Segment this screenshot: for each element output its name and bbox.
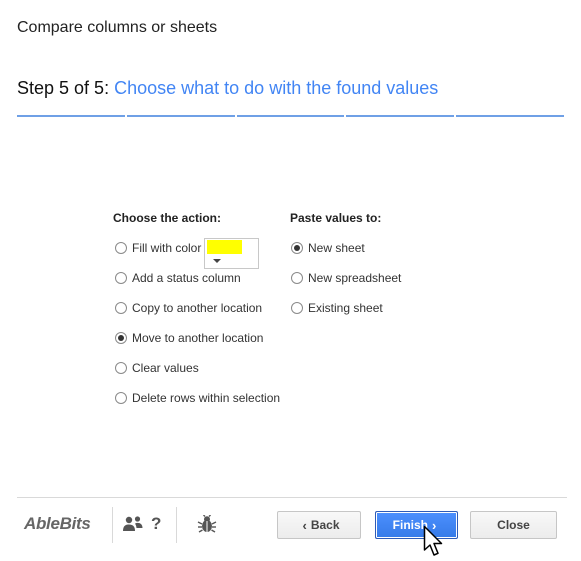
radio-label: Move to another location (132, 331, 264, 345)
color-swatch (207, 240, 242, 254)
divider (176, 507, 177, 543)
progress-segment (17, 115, 125, 117)
radio-label: Existing sheet (308, 301, 383, 315)
chevron-left-icon: ‹ (302, 517, 307, 533)
window-title: Compare columns or sheets (17, 19, 218, 36)
footer-divider (17, 497, 567, 498)
progress-segment (346, 115, 455, 117)
radio-button[interactable] (291, 272, 303, 284)
help-icon[interactable]: ? (151, 514, 161, 534)
action-heading: Choose the action: (113, 211, 222, 225)
radio-label: New spreadsheet (308, 271, 402, 285)
radio-delete-rows-within-selection[interactable]: Delete rows within selection (115, 390, 280, 406)
fill-color-picker[interactable] (204, 238, 259, 269)
radio-button[interactable] (291, 302, 303, 314)
radio-button[interactable] (115, 392, 127, 404)
radio-label: Add a status column (132, 271, 241, 285)
radio-add-status-column[interactable]: Add a status column (115, 270, 241, 286)
users-icon[interactable] (122, 515, 144, 533)
back-button[interactable]: ‹ Back (277, 511, 361, 539)
bug-icon[interactable] (197, 515, 217, 533)
step-description: Choose what to do with the found values (114, 78, 439, 98)
radio-button[interactable] (115, 302, 127, 314)
radio-clear-values[interactable]: Clear values (115, 360, 199, 376)
radio-button[interactable] (115, 362, 127, 374)
radio-existing-sheet[interactable]: Existing sheet (291, 300, 383, 316)
radio-label: Delete rows within selection (132, 391, 281, 405)
radio-button[interactable] (115, 332, 127, 344)
back-label: Back (310, 518, 340, 532)
radio-new-spreadsheet[interactable]: New spreadsheet (291, 270, 401, 286)
step-count: Step 5 of 5: (17, 78, 110, 98)
radio-label: New sheet (308, 241, 365, 255)
radio-fill-with-color[interactable]: Fill with color (115, 240, 201, 256)
chevron-down-icon[interactable] (210, 256, 224, 266)
radio-copy-to-another-location[interactable]: Copy to another location (115, 300, 262, 316)
paste-heading: Paste values to: (290, 211, 382, 225)
radio-button[interactable] (291, 242, 303, 254)
step-header: Step 5 of 5: Choose what to do with the … (17, 78, 438, 99)
ablebits-logo[interactable]: AbleBits (24, 514, 91, 534)
radio-label: Fill with color (132, 241, 202, 255)
progress-segment (126, 115, 235, 117)
progress-segment (456, 115, 564, 117)
step-progress (17, 115, 564, 117)
radio-move-to-another-location[interactable]: Move to another location (115, 330, 263, 346)
radio-new-sheet[interactable]: New sheet (291, 240, 365, 256)
radio-button[interactable] (115, 272, 127, 284)
progress-segment (236, 115, 345, 117)
radio-label: Clear values (132, 361, 199, 375)
radio-label: Copy to another location (132, 301, 263, 315)
mouse-cursor-icon (423, 525, 443, 556)
close-button[interactable]: Close (470, 511, 557, 539)
close-label: Close (497, 518, 530, 532)
radio-button[interactable] (115, 242, 127, 254)
divider (112, 507, 113, 543)
